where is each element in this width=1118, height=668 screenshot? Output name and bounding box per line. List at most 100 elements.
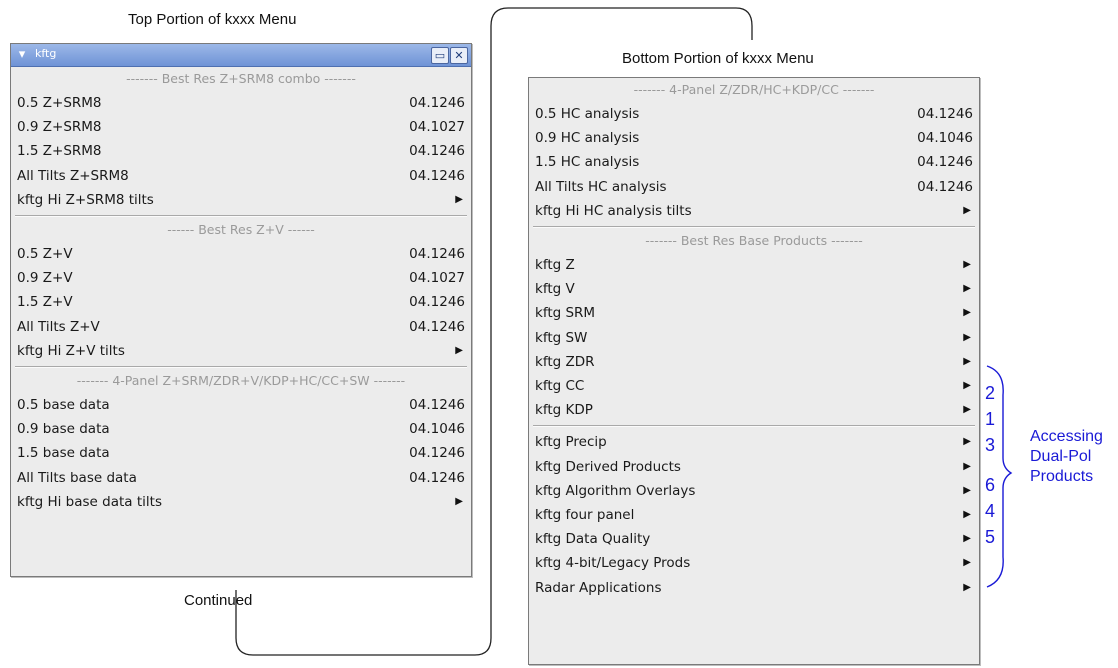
menu-section-header: ------ Best Res Z+V ------ (167, 222, 315, 237)
submenu-item[interactable]: kftg SRM ▶ (529, 301, 979, 325)
submenu-item[interactable]: kftg KDP ▶ (529, 398, 979, 422)
submenu-arrow-icon: ▶ (963, 460, 971, 472)
menu-item[interactable]: All Tilts Z+SRM8 04.1246 (11, 164, 471, 188)
menu-item-version: 04.1246 (917, 106, 973, 122)
submenu-item[interactable]: kftg Precip ▶ (529, 430, 979, 454)
menu-item-label: All Tilts Z+SRM8 (17, 167, 129, 184)
menu-item-version: 04.1246 (409, 95, 465, 111)
submenu-arrow-icon: ▶ (455, 344, 463, 356)
menu-item[interactable]: 0.5 Z+SRM8 04.1246 (11, 91, 471, 115)
menu-item[interactable]: 0.5 Z+V 04.1246 (11, 242, 471, 266)
menu-item[interactable]: 1.5 base data 04.1246 (11, 441, 471, 465)
order-number: 1 (985, 409, 996, 429)
menu-item[interactable]: 0.9 Z+V 04.1027 (11, 266, 471, 290)
menu-item[interactable]: 0.9 HC analysis 04.1046 (529, 126, 979, 150)
menu-item-label: kftg Hi Z+V tilts (17, 342, 125, 359)
submenu-item[interactable]: kftg Algorithm Overlays ▶ (529, 479, 979, 503)
menu-item-version: 04.1246 (409, 397, 465, 413)
submenu-arrow-icon: ▶ (963, 355, 971, 367)
chevron-down-icon[interactable]: ▾ (14, 47, 30, 63)
note-line-2: Dual-Pol (1030, 448, 1092, 465)
submenu-arrow-icon: ▶ (963, 204, 971, 216)
menu-item-version: 04.1246 (409, 469, 465, 486)
menu-item-label: kftg Hi HC analysis tilts (535, 202, 692, 219)
menu-item-label: kftg CC (535, 378, 585, 394)
menu-item-label: kftg Hi Z+SRM8 tilts (17, 191, 154, 208)
submenu-arrow-icon: ▶ (963, 484, 971, 496)
menu-item-label: Radar Applications (535, 579, 662, 596)
menu-item-version: 04.1046 (409, 421, 465, 438)
submenu-item[interactable]: kftg SW ▶ (529, 326, 979, 350)
submenu-item[interactable]: kftg Hi Z+SRM8 tilts ▶ (11, 188, 471, 212)
dual-pol-note: Accessing Dual-Pol Products (1030, 427, 1103, 487)
menu-item-label: 0.5 Z+SRM8 (17, 95, 102, 111)
menu-item[interactable]: 0.9 base data 04.1046 (11, 417, 471, 441)
submenu-item[interactable]: kftg Hi base data tilts ▶ (11, 490, 471, 514)
menu-item-label: 1.5 base data (17, 445, 110, 462)
submenu-item[interactable]: kftg Data Quality ▶ (529, 527, 979, 551)
menu-item-label: 0.9 Z+SRM8 (17, 119, 102, 136)
submenu-item[interactable]: kftg Derived Products ▶ (529, 455, 979, 479)
submenu-item[interactable]: kftg Hi Z+V tilts ▶ (11, 339, 471, 363)
menu-section-header: ------- 4-Panel Z+SRM/ZDR+V/KDP+HC/CC+SW… (76, 373, 406, 388)
menu-item[interactable]: 1.5 HC analysis 04.1246 (529, 150, 979, 174)
submenu-arrow-icon: ▶ (963, 259, 971, 270)
menu-item[interactable]: 0.5 HC analysis 04.1246 (529, 102, 979, 126)
window-titlebar[interactable]: ▾ kftg ▭ ✕ (11, 44, 471, 67)
menu-item-version: 04.1246 (409, 445, 465, 462)
menu-item-version: 04.1246 (917, 178, 973, 195)
left-menu-window: ▾ kftg ▭ ✕ ------- Best Res Z+SRM8 combo… (10, 43, 472, 577)
order-number: 3 (985, 435, 996, 455)
window-title: kftg (35, 47, 57, 60)
menu-item-label: kftg Derived Products (535, 458, 681, 475)
submenu-item[interactable]: kftg ZDR ▶ (529, 350, 979, 374)
submenu-item[interactable]: kftg four panel ▶ (529, 503, 979, 527)
submenu-item[interactable]: kftg Z ▶ (529, 253, 979, 277)
submenu-item[interactable]: Radar Applications ▶ (529, 576, 979, 600)
menu-item[interactable]: 1.5 Z+SRM8 04.1246 (11, 139, 471, 163)
menu-item[interactable]: All Tilts HC analysis 04.1246 (529, 175, 979, 199)
submenu-arrow-icon: ▶ (963, 404, 971, 416)
maximize-icon[interactable]: ▭ (431, 47, 449, 64)
submenu-arrow-icon: ▶ (963, 380, 971, 391)
order-number: 2 (985, 383, 996, 403)
menu-item-label: kftg Z (535, 257, 575, 273)
submenu-item[interactable]: kftg V ▶ (529, 277, 979, 301)
menu-separator (533, 425, 975, 428)
submenu-arrow-icon: ▶ (455, 495, 463, 507)
menu-section-header: ------- Best Res Z+SRM8 combo ------- (126, 71, 356, 86)
menu-item-version: 04.1246 (409, 167, 465, 184)
menu-item-label: 1.5 Z+V (17, 294, 73, 311)
submenu-arrow-icon: ▶ (963, 557, 971, 569)
menu-separator (15, 366, 467, 368)
menu-item[interactable]: 1.5 Z+V 04.1246 (11, 290, 471, 314)
submenu-arrow-icon: ▶ (963, 307, 971, 319)
menu-section-header: ------- Best Res Base Products ------- (645, 233, 863, 248)
submenu-arrow-icon: ▶ (963, 436, 971, 448)
submenu-item[interactable]: kftg Hi HC analysis tilts ▶ (529, 199, 979, 223)
submenu-item[interactable]: kftg CC ▶ (529, 374, 979, 398)
menu-item[interactable]: All Tilts base data 04.1246 (11, 466, 471, 490)
menu-item-version: 04.1027 (409, 270, 465, 287)
menu-item[interactable]: All Tilts Z+V 04.1246 (11, 315, 471, 339)
menu-item[interactable]: 0.9 Z+SRM8 04.1027 (11, 115, 471, 139)
submenu-item[interactable]: kftg 4-bit/Legacy Prods ▶ (529, 551, 979, 575)
menu-item-version: 04.1246 (409, 318, 465, 335)
menu-item-label: kftg SW (535, 329, 588, 346)
menu-item[interactable]: 0.5 base data 04.1246 (11, 393, 471, 417)
menu-item-version: 04.1027 (409, 119, 465, 136)
menu-section-header: ------- 4-Panel Z/ZDR/HC+KDP/CC ------- (633, 82, 875, 97)
menu-item-version: 04.1046 (917, 130, 973, 147)
submenu-arrow-icon: ▶ (963, 509, 971, 520)
close-icon[interactable]: ✕ (450, 47, 468, 64)
menu-item-label: kftg Algorithm Overlays (535, 482, 696, 499)
order-number: 4 (985, 501, 996, 521)
submenu-arrow-icon: ▶ (963, 331, 971, 343)
menu-item-label: All Tilts Z+V (17, 318, 100, 335)
right-menu-window: ------- 4-Panel Z/ZDR/HC+KDP/CC ------- 0… (528, 77, 980, 665)
menu-item-label: kftg KDP (535, 402, 593, 419)
order-number: 5 (985, 527, 996, 547)
menu-item-label: 0.9 HC analysis (535, 130, 640, 147)
menu-separator (533, 226, 975, 228)
menu-item-label: 0.9 Z+V (17, 270, 73, 287)
